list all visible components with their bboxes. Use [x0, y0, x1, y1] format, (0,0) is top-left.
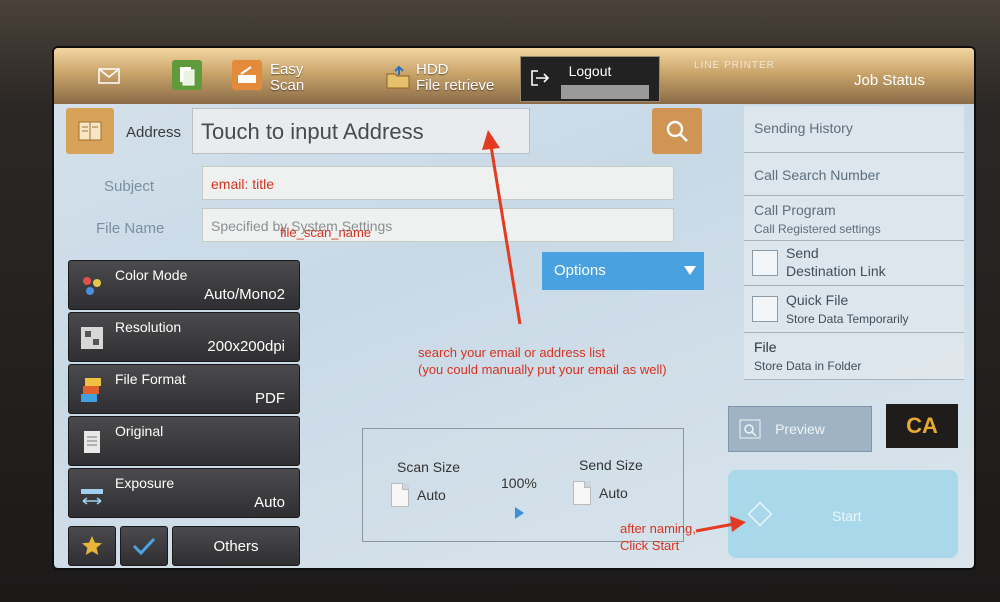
touch-screen: Easy Scan HDD File retrieve Logout LINE …: [52, 46, 976, 570]
annotation-arrowhead-start: [730, 516, 746, 532]
annotation-arrows: [482, 130, 746, 533]
annotation-search-line1: search your email or address list: [418, 345, 606, 360]
annotation-arrowhead-address: [482, 130, 500, 150]
annotation-search-line2: (you could manually put your email as we…: [418, 362, 667, 377]
annotation-search-note: search your email or address list (you c…: [418, 344, 667, 378]
annotation-arrow-to-start: [695, 522, 735, 533]
annotation-start-note: after naming, Click Start: [620, 520, 696, 554]
annotation-start-line1: after naming,: [620, 521, 696, 536]
annotation-arrow-to-address: [489, 145, 522, 325]
annotation-start-line2: Click Start: [620, 538, 680, 553]
